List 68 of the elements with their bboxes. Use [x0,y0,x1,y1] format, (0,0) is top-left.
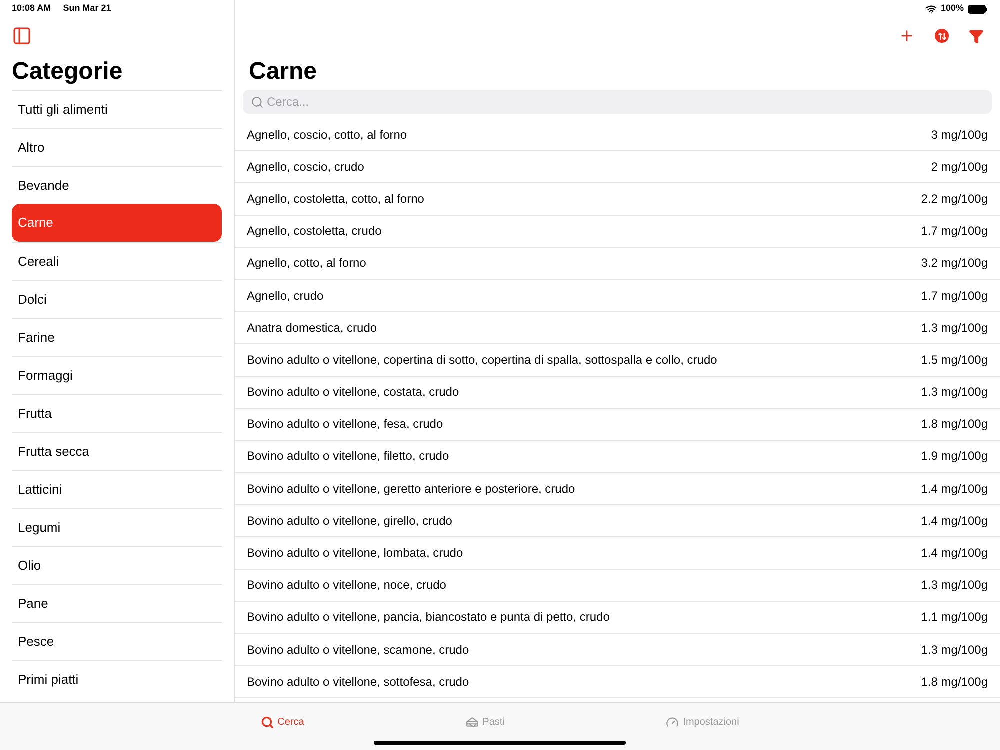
food-name[interactable]: Agnello, costoletta, cotto, al forno [247,190,424,208]
food-value: 3.2 mg/100g [921,255,988,272]
category-item[interactable]: Cereali [12,242,222,280]
food-value: 2.2 mg/100g [921,190,988,208]
food-name[interactable]: Bovino adulto o vitellone, sottofesa, crudo [247,672,470,691]
category-item[interactable]: Altro [12,128,222,166]
wifi-icon [926,4,937,14]
food-value: 1.3 mg/100g [921,577,988,594]
food-value: 1.3 mg/100g [921,642,988,659]
category-item[interactable]: Carne [12,204,222,242]
food-value: 1.4 mg/100g [921,545,988,562]
food-value: 1.8 mg/100g [921,416,988,434]
food-value: 1.3 mg/100g [921,384,988,402]
status-date: Sun Mar 21 [63,2,112,16]
category-item[interactable]: Frutta [12,394,222,432]
food-name[interactable]: Bovino adulto o vitellone, costata, crudo [247,383,460,402]
category-item[interactable]: Primi piatti [12,660,222,698]
food-name[interactable]: Bovino adulto o vitellone, copertina di sotto, copertina di spalla, sottospalla e collo, crudo [247,350,718,369]
food-value: 1.4 mg/100g [921,512,988,530]
food-name[interactable]: Bovino adulto o vitellone, girello, crudo [247,512,452,530]
category-item[interactable]: Olio [12,546,222,584]
category-item[interactable]: Frutta secca [12,432,222,470]
food-name[interactable]: Bovino adulto o vitellone, filetto, crudo [247,447,450,466]
sort-icon[interactable] [935,29,949,43]
food-name[interactable]: Agnello, crudo [247,286,324,305]
category-item[interactable]: Pane [12,584,222,622]
category-item[interactable]: Tutti gli alimenti [12,90,222,128]
food-value: 1.7 mg/100g [921,288,988,305]
food-name[interactable]: Agnello, costoletta, crudo [247,222,382,240]
food-value: 1.9 mg/100g [921,448,988,466]
food-value: 1.8 mg/100g [921,674,988,691]
add-icon[interactable] [899,28,915,44]
tab-item[interactable]: Cerca [260,714,304,730]
food-value: 1.3 mg/100g [921,320,988,337]
page-title: Carne [248,57,318,87]
battery-level: 100% [940,2,964,16]
food-value: 1.4 mg/100g [921,480,988,498]
sandwich-icon [466,716,479,728]
gauge-icon [666,716,680,728]
food-name[interactable]: Agnello, coscio, cotto, al forno [247,126,408,144]
food-name[interactable]: Bovino adulto o vitellone, geretto anteriore e posteriore, crudo [247,480,576,498]
food-value: 1.7 mg/100g [921,223,988,240]
search-icon [251,96,264,109]
food-name[interactable]: Bovino adulto o vitellone, pancia, biancostato e punta di petto, crudo [247,608,610,626]
food-value: 1.1 mg/100g [921,609,988,626]
food-value: 1.5 mg/100g [921,352,988,369]
search-icon [260,716,274,728]
food-name[interactable]: Bovino adulto o vitellone, scamone, crudo [247,640,470,659]
status-time: 10:08 AM [12,2,52,16]
sidebar-title: Categorie [11,57,124,87]
sidebar-toggle-icon[interactable] [12,26,32,46]
food-name[interactable]: Anatra domestica, crudo [247,318,378,337]
search-field[interactable]: Cerca... [243,90,992,114]
filter-icon[interactable] [969,28,984,44]
battery-icon [968,4,988,14]
category-item[interactable]: Pesce [12,622,222,660]
food-name[interactable]: Bovino adulto o vitellone, noce, crudo [247,576,446,594]
food-name[interactable]: Agnello, cotto, al forno [247,254,366,272]
food-name[interactable]: Agnello, coscio, crudo [247,158,364,176]
category-item[interactable]: Formaggi [12,356,222,394]
category-item[interactable]: Farine [12,318,222,356]
category-item[interactable]: Latticini [12,470,222,508]
food-name[interactable]: Bovino adulto o vitellone, fesa, crudo [247,415,444,434]
food-name[interactable]: Bovino adulto o vitellone, lombata, crudo [247,544,464,562]
category-item[interactable]: Legumi [12,508,222,546]
food-value: 2 mg/100g [931,158,988,176]
food-value: 3 mg/100g [931,126,988,144]
category-item[interactable]: Dolci [12,280,222,318]
